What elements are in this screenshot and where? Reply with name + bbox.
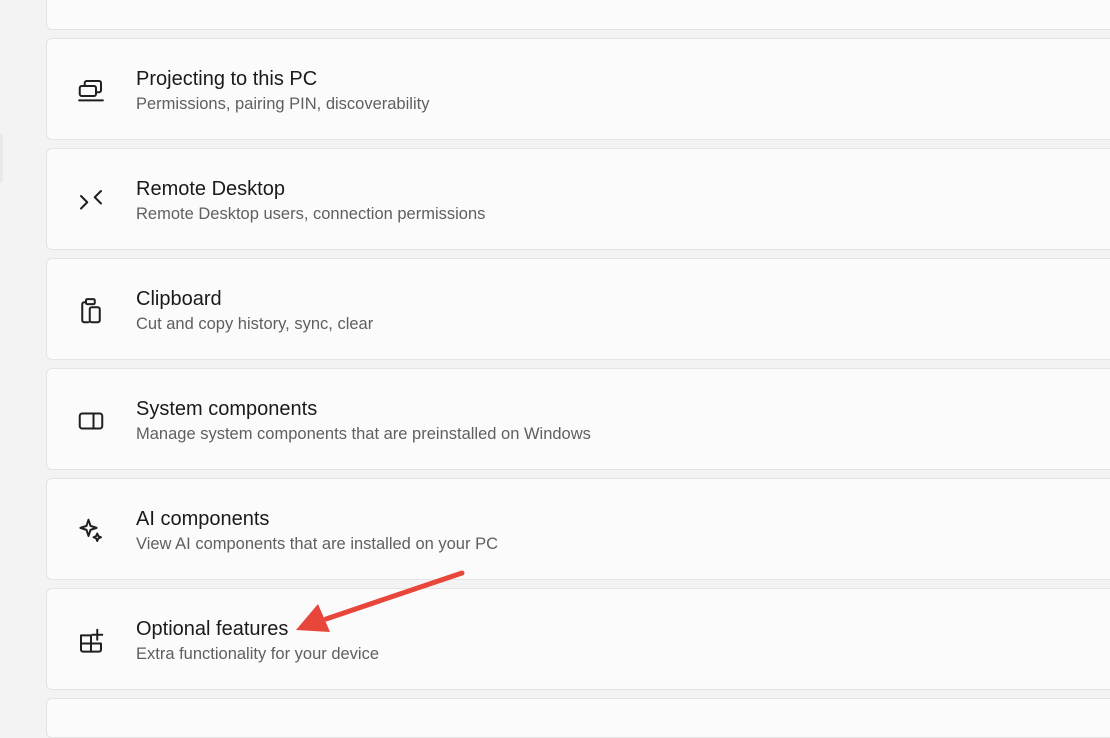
- settings-card-ai-components[interactable]: AI components View AI components that ar…: [46, 478, 1110, 580]
- setting-subtitle: Cut and copy history, sync, clear: [136, 315, 374, 333]
- settings-card-remote-desktop[interactable]: Remote Desktop Remote Desktop users, con…: [46, 148, 1110, 250]
- setting-subtitle: Manage system components that are preins…: [136, 425, 591, 443]
- setting-subtitle: Extra functionality for your device: [136, 645, 380, 663]
- setting-title: Clipboard: [136, 288, 222, 310]
- setting-title: Projecting to this PC: [136, 68, 318, 90]
- setting-subtitle: Permissions, pairing PIN, discoverabilit…: [136, 95, 430, 113]
- settings-card-projecting[interactable]: Projecting to this PC Permissions, pairi…: [46, 38, 1110, 140]
- setting-title: Remote Desktop: [136, 178, 285, 200]
- setting-subtitle: Remote Desktop users, connection permiss…: [136, 205, 486, 223]
- projector-icon: [75, 75, 107, 107]
- setting-title: Optional features: [136, 618, 289, 640]
- settings-card-clipboard[interactable]: Clipboard Cut and copy history, sync, cl…: [46, 258, 1110, 360]
- setting-title: AI components: [136, 508, 270, 530]
- settings-card-partial-bottom[interactable]: [46, 698, 1110, 738]
- remote-desktop-icon: [75, 185, 107, 217]
- optional-features-icon: [75, 625, 107, 657]
- sparkle-icon: [75, 515, 107, 547]
- clipboard-icon: [75, 295, 107, 327]
- settings-list: Projecting to this PC Permissions, pairi…: [46, 0, 1110, 738]
- settings-card-optional-features[interactable]: Optional features Extra functionality fo…: [46, 588, 1110, 690]
- nav-selection-stub: [0, 133, 3, 183]
- settings-card-system-components[interactable]: System components Manage system componen…: [46, 368, 1110, 470]
- system-components-icon: [75, 405, 107, 437]
- setting-subtitle: View AI components that are installed on…: [136, 535, 498, 553]
- settings-card-partial-top[interactable]: [46, 0, 1110, 30]
- setting-title: System components: [136, 398, 318, 420]
